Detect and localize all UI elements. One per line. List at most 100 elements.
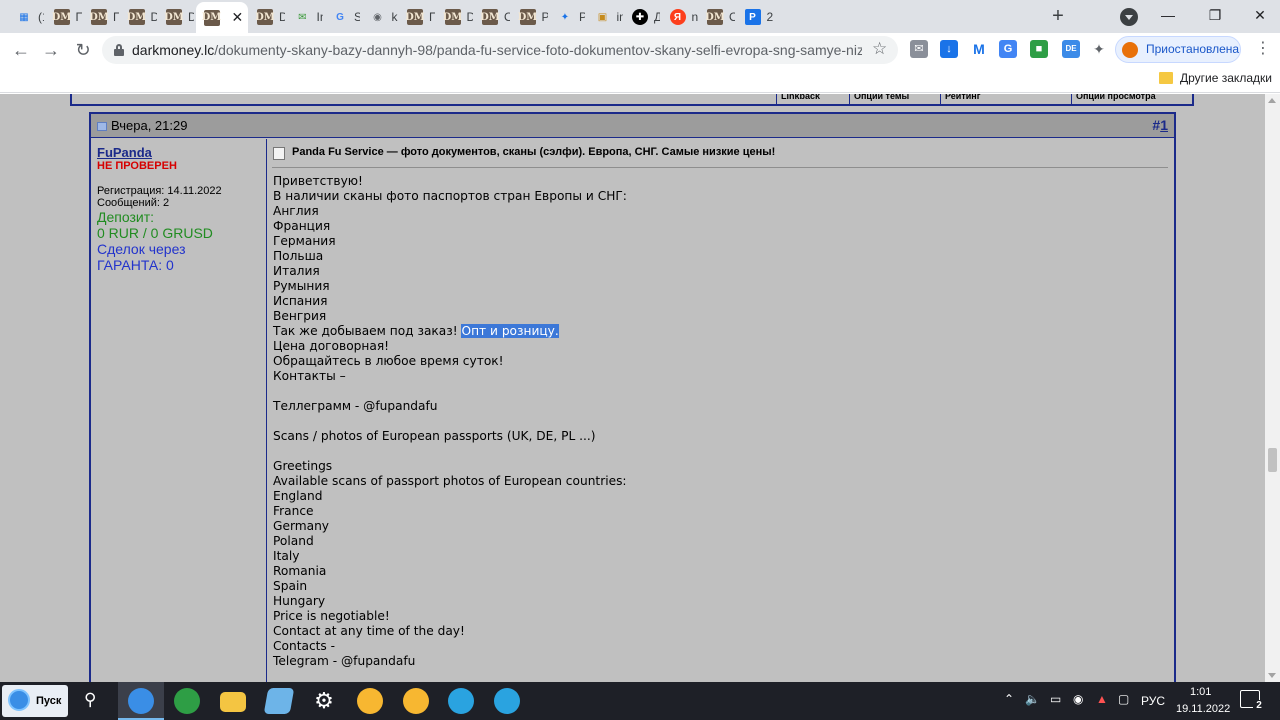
browser-tab[interactable]: DM ✕	[195, 2, 248, 33]
post-body-line: Италия	[273, 264, 627, 279]
other-bookmarks-link[interactable]: Другие закладки	[1180, 71, 1272, 85]
extension-m-icon[interactable]: M	[970, 40, 988, 58]
bookmarks-bar	[0, 66, 1280, 93]
browser-tab[interactable]: ✉ Inb	[287, 4, 322, 30]
folder-icon[interactable]	[1159, 72, 1173, 84]
browser-tab[interactable]: DM DA	[158, 4, 194, 30]
post-number-link[interactable]: 1	[1160, 117, 1168, 133]
file-explorer-icon[interactable]	[220, 692, 246, 712]
settings-gear-icon[interactable]: ⚙	[311, 688, 337, 714]
browser-tab[interactable]: ▦ (1)	[8, 4, 44, 30]
speaker-icon[interactable]: 🔈	[1025, 692, 1040, 706]
post-body-line: Цена договорная!	[273, 339, 627, 354]
new-tab-button[interactable]: +	[1046, 5, 1070, 29]
telegram-2-icon[interactable]	[494, 688, 520, 714]
battery-icon[interactable]: ▭	[1050, 692, 1061, 706]
message-panel: Panda Fu Service — фото документов, скан…	[268, 139, 1174, 719]
post-number[interactable]: #1	[1152, 117, 1168, 133]
post-body-text: Spain	[273, 579, 308, 593]
bookmark-star-icon[interactable]: ☆	[872, 39, 887, 59]
extension-mail-icon[interactable]: ✉	[910, 40, 928, 58]
notepad-icon[interactable]	[263, 688, 295, 714]
browser-tab-label: Sci	[354, 10, 360, 24]
browser-tab[interactable]: ◉ ko	[362, 4, 397, 30]
monitor-icon[interactable]: ▢	[1118, 692, 1129, 706]
profile-paused-button[interactable]: Приостановлена	[1115, 36, 1241, 63]
tab-search-icon[interactable]	[1120, 8, 1138, 26]
zen-icon: ✚	[632, 9, 648, 25]
browser-tab[interactable]: DM DA	[121, 4, 157, 30]
extension-translate-icon[interactable]: G	[999, 40, 1017, 58]
browser-menu-icon[interactable]: ⋮	[1255, 38, 1271, 58]
restore-icon[interactable]: ❐	[1195, 4, 1235, 28]
minimize-icon[interactable]: —	[1148, 4, 1188, 28]
deals-label[interactable]: Сделок через	[97, 241, 186, 257]
search-icon[interactable]: ⚲	[84, 690, 96, 710]
utorrent-icon[interactable]	[174, 688, 200, 714]
author-name-link[interactable]: FuPanda	[97, 145, 152, 160]
selected-text[interactable]: Опт и розницу.	[461, 324, 559, 338]
extension-download-icon[interactable]: ↓	[940, 40, 958, 58]
browser-tab[interactable]: DM Ра	[512, 4, 548, 30]
deals-count[interactable]: ГАРАНТА: 0	[97, 257, 174, 273]
language-indicator[interactable]: РУС	[1141, 694, 1165, 708]
browser-tab[interactable]: DM DA	[437, 4, 473, 30]
post-body-line: Hungary	[273, 594, 627, 609]
browser-tab[interactable]: ✦ Ра	[549, 4, 585, 30]
emoji-app-icon[interactable]	[357, 688, 383, 714]
post-body-line: Scans / photos of European passports (UK…	[273, 429, 627, 444]
browser-tab[interactable]: DM Ос	[699, 4, 735, 30]
browser-tab[interactable]: ✚ Дз	[624, 4, 660, 30]
reload-icon[interactable]: ↻	[70, 37, 96, 63]
scroll-up-icon[interactable]	[1268, 98, 1276, 103]
browser-tab[interactable]: DM Пр	[399, 4, 435, 30]
clock-time[interactable]: 1:01	[1190, 686, 1211, 698]
author-panel: FuPanda НЕ ПРОВЕРЕН Регистрация: 14.11.2…	[91, 139, 267, 719]
extension-green-icon[interactable]: ■	[1030, 40, 1048, 58]
deposit-value: 0 RUR / 0 GRUSD	[97, 225, 213, 241]
back-icon[interactable]: ←	[8, 37, 34, 63]
menu-thread-options[interactable]: Опции темы	[849, 94, 939, 104]
window-close-icon[interactable]: ✕	[1240, 4, 1280, 28]
tray-expand-icon[interactable]: ⌃	[1004, 692, 1014, 706]
browser-tab-label: Дз	[654, 10, 660, 24]
post-body-text: France	[273, 504, 314, 518]
telegram-icon[interactable]	[448, 688, 474, 714]
menu-linkback[interactable]: Linkback	[776, 94, 848, 104]
scroll-down-icon[interactable]	[1268, 673, 1276, 678]
emoji-app-2-icon[interactable]	[403, 688, 429, 714]
author-registration: Регистрация: 14.11.2022	[97, 185, 222, 197]
browser-tab[interactable]: ▣ im	[587, 4, 623, 30]
browser-tab[interactable]: P 20	[737, 4, 773, 30]
browser-tab[interactable]: DM DA	[249, 4, 285, 30]
post-body-line: Germany	[273, 519, 627, 534]
post-date: Вчера, 21:29	[111, 118, 188, 133]
network-icon[interactable]: ◉	[1073, 692, 1083, 706]
forum-post: Вчера, 21:29 #1 FuPanda НЕ ПРОВЕРЕН Реги…	[89, 112, 1176, 719]
clock-date[interactable]: 19.11.2022	[1176, 703, 1230, 715]
post-body-line: Available scans of passport photos of Eu…	[273, 474, 627, 489]
chrome-taskbar-icon[interactable]	[128, 688, 154, 714]
browser-tab-label: DA	[150, 10, 157, 24]
menu-rating[interactable]: Рейтинг	[940, 94, 1070, 104]
extensions-puzzle-icon[interactable]: ✦	[1090, 40, 1108, 58]
extension-de-icon[interactable]: DE	[1062, 40, 1080, 58]
scroll-thumb[interactable]	[1268, 448, 1277, 472]
browser-tab[interactable]: G Sci	[324, 4, 360, 30]
url-text[interactable]: darkmoney.lc/dokumenty-skany-bazy-dannyh…	[132, 42, 862, 58]
browser-tab[interactable]: DM Пр	[46, 4, 82, 30]
menu-view-options[interactable]: Опции просмотра	[1071, 94, 1191, 104]
browser-tab[interactable]: DM Пр	[83, 4, 119, 30]
start-logo-icon[interactable]	[8, 689, 30, 711]
page-scrollbar[interactable]	[1265, 94, 1280, 682]
lock-icon[interactable]	[114, 44, 124, 56]
tab-close-icon[interactable]: ✕	[232, 9, 244, 26]
post-body-text: Scans / photos of European passports (UK…	[273, 429, 596, 443]
image-icon: ▣	[597, 11, 608, 23]
browser-tab[interactable]: DM Ос	[474, 4, 510, 30]
post-body-text: Румыния	[273, 279, 330, 293]
forward-icon[interactable]: →	[38, 37, 64, 63]
browser-tab[interactable]: Яne	[662, 4, 698, 30]
browser-tab-label: DA	[279, 10, 285, 24]
antivirus-icon[interactable]: ▲	[1096, 692, 1108, 706]
